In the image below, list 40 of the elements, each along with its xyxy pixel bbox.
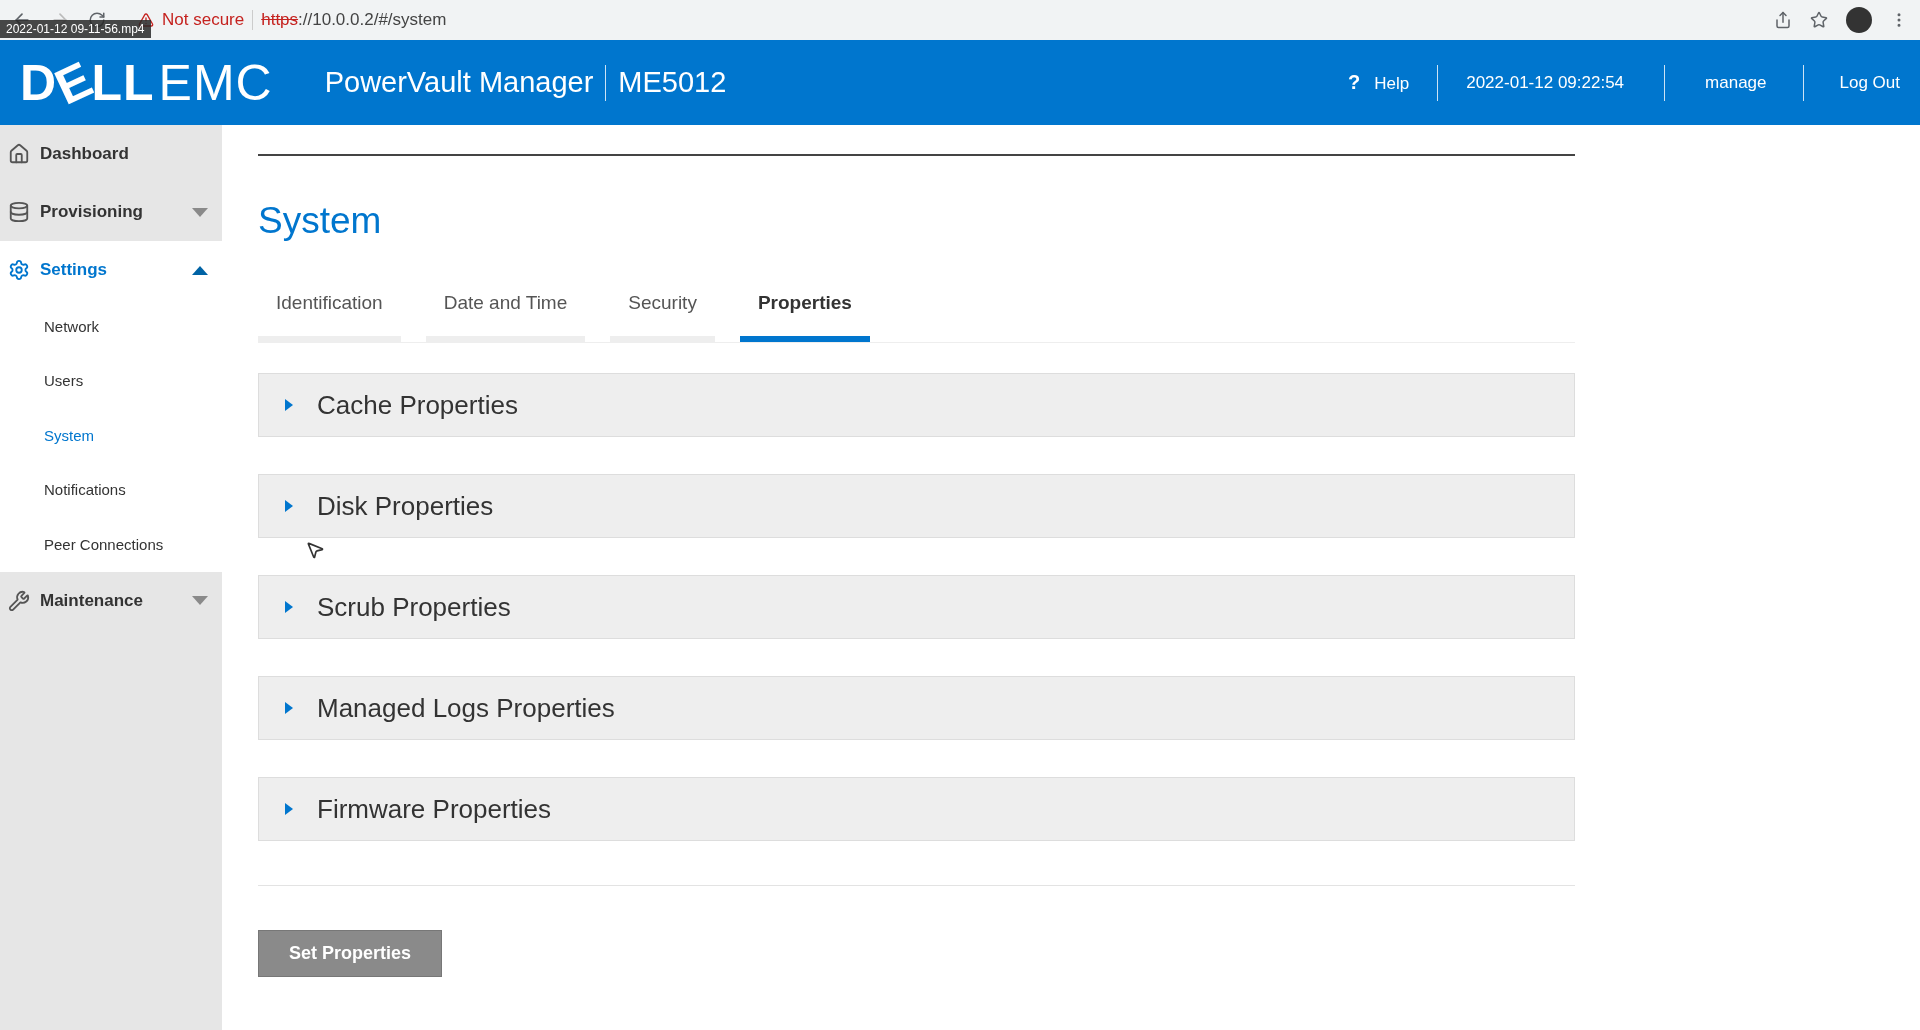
accordion-header[interactable]: Firmware Properties <box>258 777 1575 841</box>
accordion-header[interactable]: Disk Properties <box>258 474 1575 538</box>
sidebar-subitem[interactable]: Peer Connections <box>0 517 222 572</box>
star-icon[interactable] <box>1810 11 1828 29</box>
accordion-header[interactable]: Scrub Properties <box>258 575 1575 639</box>
product-name: PowerVault Manager <box>324 66 594 99</box>
mouse-cursor-icon <box>305 540 325 560</box>
tab[interactable]: Date and Time <box>425 282 586 342</box>
tab[interactable]: Properties <box>739 282 870 342</box>
user-link[interactable]: manage <box>1705 72 1767 93</box>
video-filename-label: 2022-01-12 09-11-56.mp4 <box>0 20 151 38</box>
sidebar-subitem[interactable]: Users <box>0 353 222 408</box>
house-icon <box>8 143 30 165</box>
logo: D E LLEMC <box>20 53 273 112</box>
wrench-icon <box>8 589 30 612</box>
sidebar-item[interactable]: Maintenance <box>0 571 222 630</box>
model-name: ME5012 <box>618 66 727 99</box>
caret-icon[interactable] <box>192 207 208 217</box>
help-link[interactable]: ? Help <box>1348 71 1410 94</box>
sidebar-subitem[interactable]: Network <box>0 299 222 354</box>
tab[interactable]: Identification <box>258 282 401 342</box>
accordion-header[interactable]: Cache Properties <box>258 373 1575 437</box>
database-icon <box>8 201 30 223</box>
sidebar-item[interactable]: Settings <box>0 241 222 299</box>
security-label[interactable]: Not secure <box>162 10 245 30</box>
date-time: 2022-01-12 09:22:54 <box>1466 72 1625 93</box>
sidebar-item[interactable]: Provisioning <box>0 183 222 241</box>
caret-icon[interactable] <box>192 265 208 275</box>
share-icon[interactable] <box>1774 11 1792 29</box>
page-title: System <box>258 200 383 242</box>
settings-icon <box>8 259 30 281</box>
profile-avatar[interactable] <box>1846 7 1872 33</box>
caret-icon[interactable] <box>192 596 208 605</box>
sidebar-subitem[interactable]: Notifications <box>0 462 222 517</box>
logout-link[interactable]: Log Out <box>1839 72 1900 93</box>
tab[interactable]: Security <box>610 282 715 342</box>
sidebar-item[interactable]: Dashboard <box>0 125 222 183</box>
address-bar[interactable]: https://10.0.0.2/#/system <box>261 10 447 30</box>
sidebar-subitem[interactable]: System <box>0 408 222 463</box>
accordion-header[interactable]: Managed Logs Properties <box>258 676 1575 740</box>
